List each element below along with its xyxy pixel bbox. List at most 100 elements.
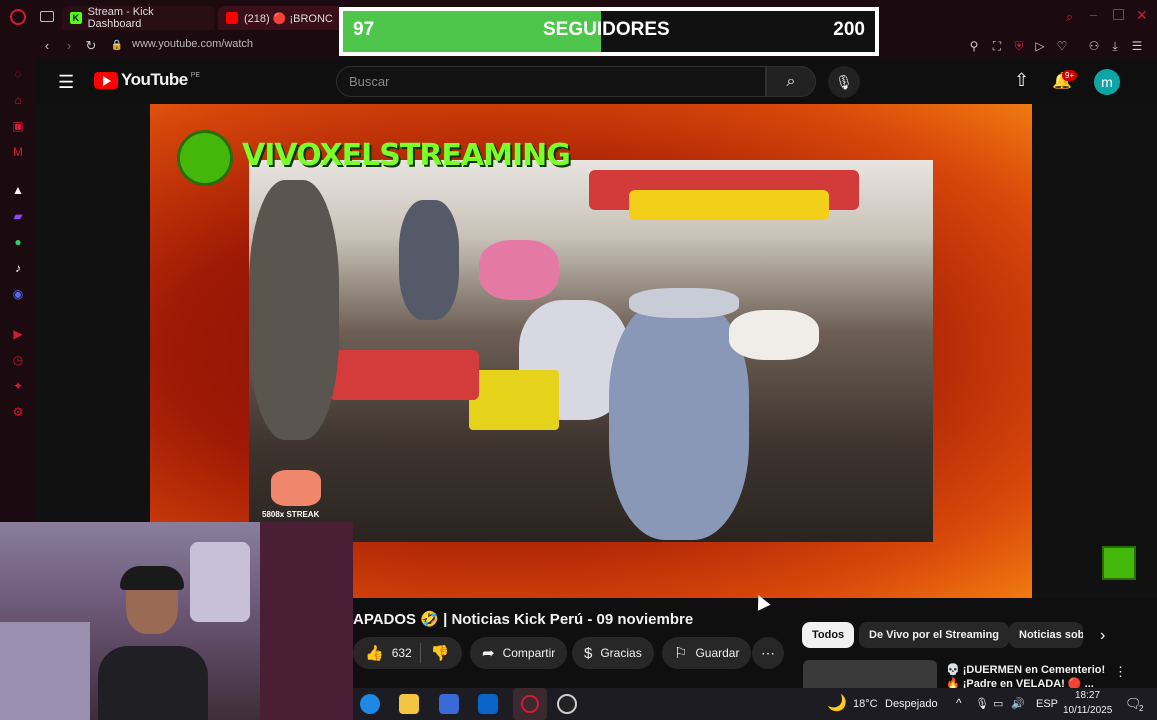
aria-icon[interactable]: ◌: [10, 66, 26, 82]
related-title-line1: 💀 ¡DUERMEN en Cementerio!: [946, 664, 1106, 676]
player-icon[interactable]: ▷: [1032, 38, 1048, 54]
snapshot-icon[interactable]: ⛶: [989, 38, 1005, 54]
tab-manager-icon[interactable]: [40, 11, 54, 22]
weather-temp: 18°C: [853, 698, 878, 710]
channel-overlay-name: VIVOXELSTREAMING: [242, 138, 571, 173]
tab-youtube[interactable]: (218) 🔴 ¡BRONC: [218, 6, 342, 30]
more-actions-button[interactable]: ⋯: [752, 637, 784, 669]
close-icon[interactable]: ✕: [1136, 7, 1148, 24]
twitch-icon[interactable]: ▰: [10, 208, 26, 224]
followers-label: SEGUIDORES: [543, 19, 670, 40]
download-icon[interactable]: ⤓: [1107, 38, 1123, 54]
mail-icon[interactable]: M: [10, 144, 26, 160]
tab-kick-dashboard[interactable]: K Stream - Kick Dashboard: [62, 6, 214, 30]
history-icon[interactable]: ◷: [10, 352, 26, 368]
thanks-button[interactable]: $ Gracias: [572, 637, 654, 669]
youtube-logo[interactable]: YouTube PE: [94, 70, 200, 90]
search-input[interactable]: Buscar: [336, 66, 766, 97]
forward-icon[interactable]: ›: [60, 37, 78, 55]
chip-noticias[interactable]: Noticias sob: [1009, 622, 1083, 648]
player-sidebar-icon[interactable]: ▶: [10, 326, 26, 342]
outlook-icon[interactable]: [478, 694, 498, 714]
thanks-label: Gracias: [600, 646, 642, 660]
hamburger-menu-icon[interactable]: ☰: [58, 72, 74, 93]
reload-icon[interactable]: ↻: [82, 37, 100, 55]
maximize-icon[interactable]: [1113, 9, 1124, 20]
clock-time[interactable]: 18:27: [1075, 690, 1100, 701]
kick-icon: K: [70, 12, 82, 24]
chip-de-vivo[interactable]: De Vivo por el Streaming: [859, 622, 1010, 648]
tiktok-icon[interactable]: ♪: [10, 260, 26, 276]
youtube-play-icon: [94, 71, 118, 89]
whatsapp-icon[interactable]: ●: [10, 234, 26, 250]
followers-progress-bar: 97 SEGUIDORES 200: [343, 11, 875, 52]
super-thanks-icon: $: [584, 644, 593, 662]
share-button[interactable]: ➦ Compartir: [470, 637, 568, 669]
clock-date[interactable]: 10/11/2025: [1063, 705, 1112, 716]
followers-current: 97: [353, 19, 375, 40]
tab-label: (218) 🔴 ¡BRONC: [244, 12, 333, 25]
discord-icon[interactable]: ◉: [10, 286, 26, 302]
like-button[interactable]: 👍 632: [353, 643, 421, 663]
share-icon: ➦: [482, 645, 495, 662]
mic-tray-icon[interactable]: 🎙: [975, 697, 989, 710]
search-tabs-icon[interactable]: ⌕: [1066, 9, 1073, 25]
pin-icon[interactable]: ⚲: [966, 38, 982, 54]
search-button[interactable]: ⌕: [766, 66, 816, 97]
opera-logo-icon[interactable]: [10, 9, 26, 25]
settings-icon[interactable]: ⚙: [10, 404, 26, 420]
voice-search-button[interactable]: 🎙: [828, 66, 860, 98]
chip-todos[interactable]: Todos: [802, 622, 855, 648]
related-more-icon[interactable]: ⋮: [1114, 664, 1127, 680]
messenger-icon[interactable]: ▣: [10, 118, 26, 134]
avatar[interactable]: m: [1094, 69, 1120, 95]
language-indicator[interactable]: ESP: [1036, 698, 1058, 710]
create-upload-icon[interactable]: ⇧: [1014, 70, 1029, 91]
streak-label: 5808x STREAK: [262, 510, 320, 519]
weather-icon: 🌙: [827, 695, 847, 712]
url-field[interactable]: www.youtube.com/watch: [132, 38, 253, 50]
back-icon[interactable]: ‹: [38, 37, 56, 55]
profile-icon[interactable]: ⚇: [1086, 38, 1102, 54]
dislike-button[interactable]: 👎: [421, 644, 460, 662]
youtube-icon: [226, 12, 238, 24]
volume-icon[interactable]: 🔊: [1011, 697, 1025, 710]
tray-chevron-icon[interactable]: ^: [956, 696, 962, 710]
edge-icon[interactable]: [360, 694, 380, 714]
like-count: 632: [391, 646, 412, 660]
youtube-header: ☰ YouTube PE Buscar ⌕ 🎙 ⇧ 🔔 9+ m: [36, 58, 1157, 104]
weather-desc: Despejado: [885, 698, 938, 710]
related-thumbnail[interactable]: [803, 660, 937, 688]
menu-icon[interactable]: ☰: [1129, 38, 1145, 54]
microphone-icon: 🎙: [835, 74, 853, 90]
save-button[interactable]: ⚐ Guardar: [662, 637, 752, 669]
chevron-right-icon[interactable]: ›: [1100, 627, 1105, 645]
opera-taskbar-icon[interactable]: [513, 688, 547, 720]
youtube-logo-text: YouTube: [121, 70, 188, 89]
channel-overlay-logo: [177, 130, 233, 186]
country-code: PE: [190, 71, 201, 79]
video-title: APADOS 🤣 | Noticias Kick Perú - 09 novie…: [353, 611, 694, 628]
related-video-title[interactable]: 💀 ¡DUERMEN en Cementerio! 🔥 ¡Padre en VE…: [946, 663, 1105, 691]
file-explorer-icon[interactable]: [399, 694, 419, 714]
extensions-icon[interactable]: ✦: [10, 378, 26, 394]
store-icon[interactable]: [439, 694, 459, 714]
network-icon[interactable]: ▭: [993, 697, 1003, 710]
vpn-shield-icon[interactable]: ⛨: [1011, 38, 1027, 54]
streamer: [98, 562, 208, 720]
video-content: [249, 160, 933, 542]
webcam-overlay: [0, 522, 353, 720]
crypto-wallet-icon[interactable]: ⌂: [10, 92, 26, 108]
minimize-icon[interactable]: –: [1090, 7, 1097, 22]
share-label: Compartir: [502, 646, 556, 660]
like-dislike-group: 👍 632 👎: [353, 637, 462, 669]
tab-label: Stream - Kick Dashboard: [87, 6, 154, 30]
obs-icon[interactable]: [557, 694, 577, 714]
heart-icon[interactable]: ♡: [1054, 38, 1070, 54]
followers-goal: 200: [833, 19, 865, 40]
followers-goal-overlay: 97 SEGUIDORES 200: [339, 7, 879, 56]
arc-icon[interactable]: ▲: [10, 182, 26, 198]
save-label: Guardar: [695, 646, 740, 660]
bookmark-icon: ⚐: [674, 645, 688, 662]
search-icon: ⌕: [786, 73, 796, 90]
